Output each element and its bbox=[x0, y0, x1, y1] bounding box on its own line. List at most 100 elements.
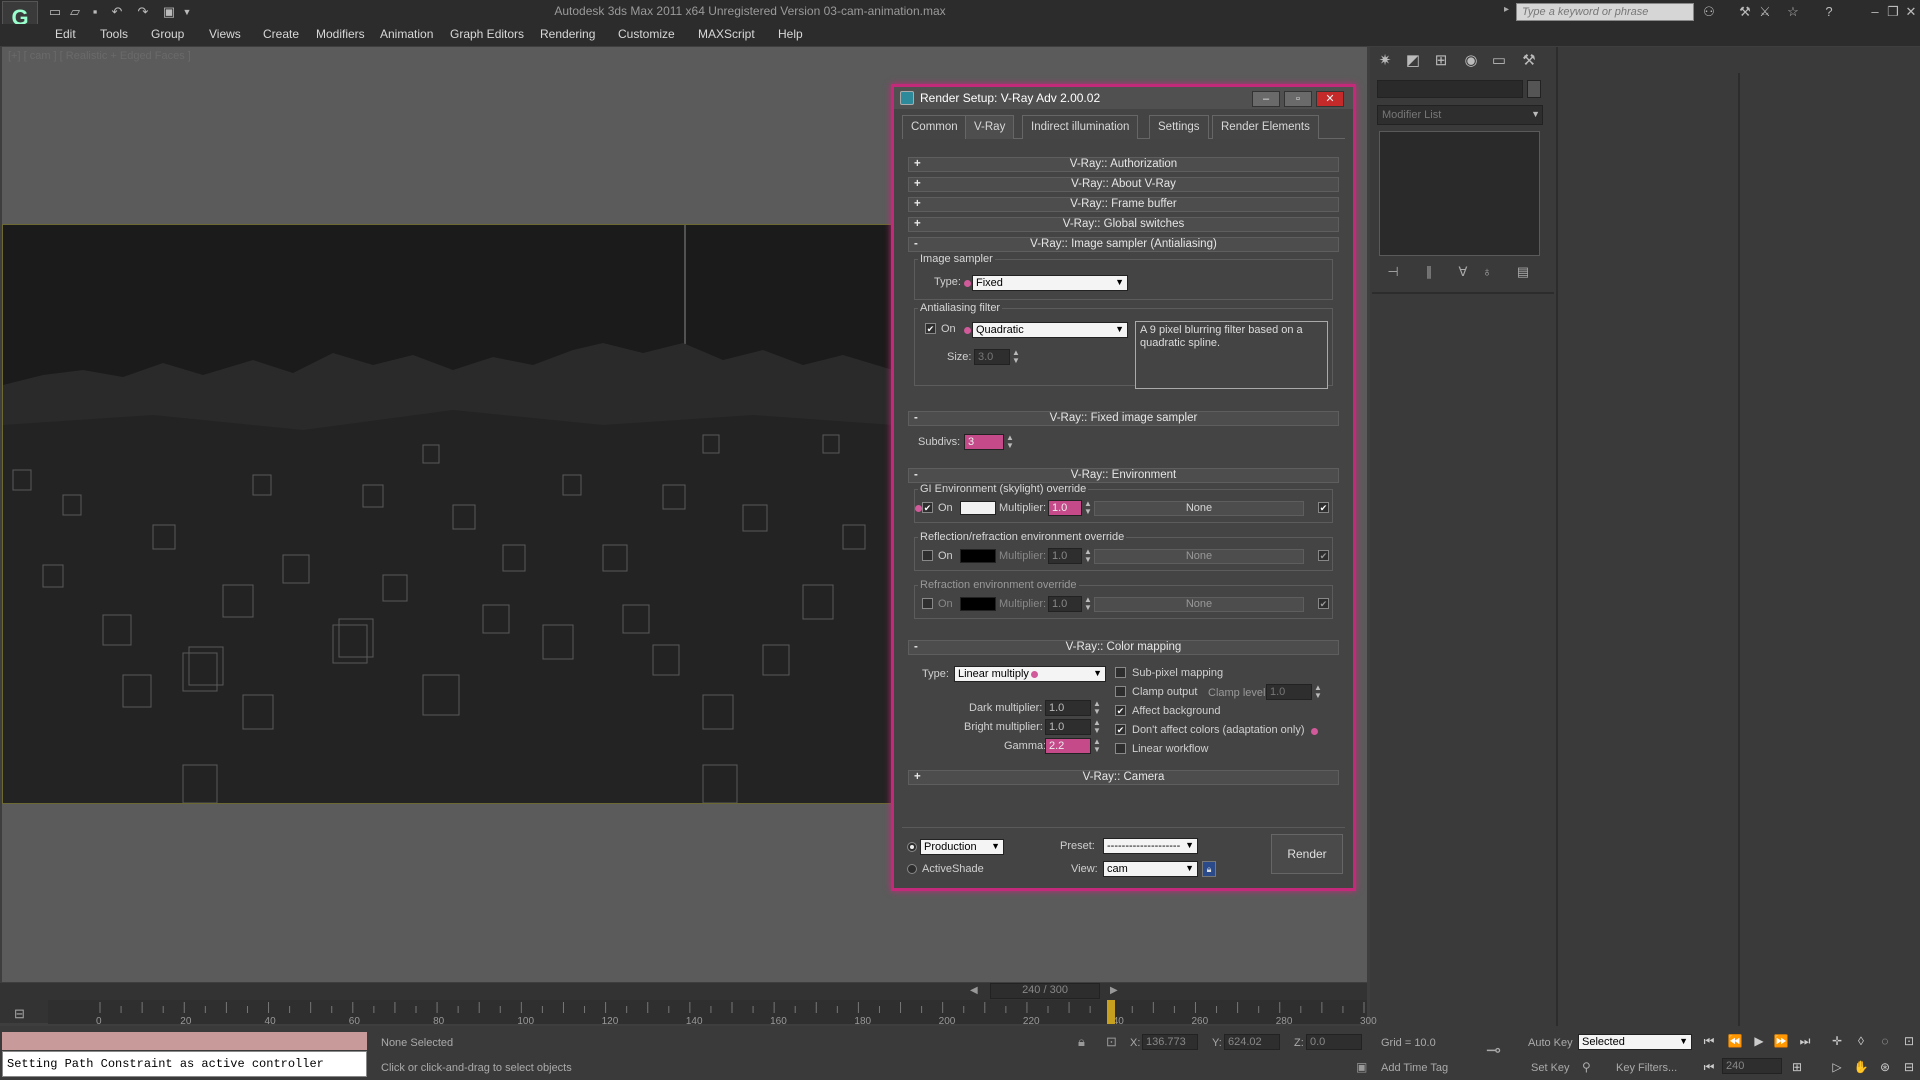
time-tag-icon[interactable]: ▣ bbox=[1356, 1060, 1367, 1074]
go-to-start-icon[interactable]: ⏮ bbox=[1700, 1034, 1718, 1049]
clamp-level-field[interactable]: 1.0 bbox=[1266, 684, 1312, 700]
configure-sets-icon[interactable]: ▤ bbox=[1514, 264, 1532, 282]
zoom-icon[interactable]: ✛ bbox=[1828, 1034, 1846, 1048]
z-coordinate-field[interactable]: 0.0 bbox=[1306, 1034, 1362, 1050]
rollout-color-mapping[interactable]: - V-Ray:: Color mapping bbox=[908, 640, 1339, 655]
spinner-arrows-icon[interactable]: ▲ ▼ bbox=[1084, 500, 1092, 516]
key-icon[interactable]: ⊸ bbox=[1486, 1040, 1501, 1061]
play-icon[interactable]: ▶ bbox=[1750, 1034, 1768, 1048]
y-coordinate-field[interactable]: 624.02 bbox=[1224, 1034, 1280, 1050]
truck-camera-icon[interactable]: ▷ bbox=[1828, 1060, 1846, 1074]
utilities-tab-icon[interactable]: ⚒ bbox=[1518, 50, 1540, 72]
sampler-type-dropdown[interactable]: Fixed ▼ bbox=[972, 275, 1128, 291]
rollout-about[interactable]: + V-Ray:: About V-Ray bbox=[908, 177, 1339, 192]
rollout-authorization[interactable]: + V-Ray:: Authorization bbox=[908, 157, 1339, 172]
close-app-icon[interactable]: ✕ bbox=[1902, 3, 1920, 21]
filter-size-field[interactable]: 3.0 bbox=[974, 349, 1010, 365]
safe-frame-render-region[interactable] bbox=[2, 224, 892, 804]
affect-background-checkbox[interactable]: ✔ bbox=[1115, 705, 1126, 716]
refraction-map-enable-checkbox[interactable]: ✔ bbox=[1318, 598, 1329, 609]
color-mapping-type-dropdown[interactable]: Linear multiply ▼ bbox=[954, 666, 1106, 682]
display-tab-icon[interactable]: ▭ bbox=[1488, 50, 1510, 72]
sub-pixel-mapping-checkbox[interactable] bbox=[1115, 667, 1126, 678]
rollout-camera[interactable]: + V-Ray:: Camera bbox=[908, 770, 1339, 785]
lock-view-icon[interactable]: 🔒︎ bbox=[1202, 861, 1216, 877]
clamp-output-checkbox[interactable] bbox=[1115, 686, 1126, 697]
menu-group[interactable]: Group bbox=[151, 27, 184, 41]
create-tab-icon[interactable]: ✷ bbox=[1374, 50, 1396, 72]
tab-vray[interactable]: V-Ray bbox=[965, 115, 1015, 139]
preset-dropdown[interactable]: -------------------- ▼ bbox=[1103, 838, 1198, 854]
production-mode-dropdown[interactable]: Production ▼ bbox=[920, 839, 1004, 855]
reflection-color-swatch[interactable] bbox=[960, 549, 996, 563]
gi-override-checkbox[interactable]: ✔ bbox=[922, 502, 933, 513]
gi-color-swatch[interactable] bbox=[960, 501, 996, 515]
rollout-image-sampler[interactable]: - V-Ray:: Image sampler (Antialiasing) bbox=[908, 237, 1339, 252]
spinner-arrows-icon[interactable]: ▲ ▼ bbox=[1012, 349, 1020, 365]
menu-edit[interactable]: Edit bbox=[55, 27, 76, 41]
view-dropdown[interactable]: cam ▼ bbox=[1103, 861, 1198, 877]
binoculars-icon[interactable]: ⚇ bbox=[1700, 3, 1718, 21]
activeshade-radio[interactable] bbox=[907, 864, 917, 874]
aa-filter-on-checkbox[interactable]: ✔ bbox=[925, 323, 936, 334]
maxscript-listener-input[interactable] bbox=[2, 1032, 367, 1050]
spinner-arrows-icon[interactable]: ▲ ▼ bbox=[1093, 700, 1101, 716]
menu-tools[interactable]: Tools bbox=[100, 27, 128, 41]
communication-center-icon[interactable]: ⚔ bbox=[1756, 3, 1774, 21]
maximize-toggle-icon[interactable]: ⊟ bbox=[1900, 1060, 1918, 1074]
modifier-stack[interactable] bbox=[1379, 131, 1540, 256]
subscription-icon[interactable]: ⚒ bbox=[1736, 3, 1754, 21]
prev-frame-icon[interactable]: ◀ bbox=[970, 985, 978, 996]
subdivs-field[interactable]: 3 bbox=[964, 434, 1004, 450]
search-input[interactable]: Type a keyword or phrase bbox=[1516, 3, 1694, 21]
set-key-icon[interactable]: ⚲ bbox=[1582, 1060, 1591, 1074]
menu-maxscript[interactable]: MAXScript bbox=[698, 27, 755, 41]
tab-settings[interactable]: Settings bbox=[1149, 115, 1209, 139]
maximize-button[interactable]: ▫ bbox=[1284, 91, 1312, 107]
dark-multiplier-field[interactable]: 1.0 bbox=[1045, 700, 1091, 716]
time-slider[interactable] bbox=[1107, 1000, 1116, 1024]
make-unique-icon[interactable]: ∀ bbox=[1454, 264, 1472, 282]
pan-icon[interactable]: ✋ bbox=[1852, 1060, 1870, 1074]
tab-render-elements[interactable]: Render Elements bbox=[1212, 115, 1319, 139]
menu-create[interactable]: Create bbox=[263, 27, 299, 41]
set-key-button[interactable]: Set Key bbox=[1531, 1062, 1570, 1074]
render-setup-dialog[interactable]: Render Setup: V-Ray Adv 2.00.02 – ▫ ✕ Co… bbox=[891, 84, 1356, 891]
menu-views[interactable]: Views bbox=[209, 27, 241, 41]
dont-affect-colors-checkbox[interactable]: ✔ bbox=[1115, 724, 1126, 735]
frame-counter[interactable]: 240 / 300 bbox=[990, 983, 1100, 999]
current-frame-field[interactable]: 240 bbox=[1722, 1058, 1782, 1074]
rollout-frame-buffer[interactable]: + V-Ray:: Frame buffer bbox=[908, 197, 1339, 212]
next-frame-icon[interactable]: ⏩ bbox=[1772, 1034, 1790, 1048]
aa-filter-dropdown[interactable]: Quadratic ▼ bbox=[972, 322, 1128, 338]
key-mode-toggle-icon[interactable]: ⏮ bbox=[1700, 1060, 1718, 1075]
close-button[interactable]: ✕ bbox=[1316, 91, 1344, 107]
rollout-global-switches[interactable]: + V-Ray:: Global switches bbox=[908, 217, 1339, 232]
menu-customize[interactable]: Customize bbox=[618, 27, 675, 41]
spinner-arrows-icon[interactable]: ▲ ▼ bbox=[1006, 434, 1014, 450]
refraction-color-swatch[interactable] bbox=[960, 597, 996, 611]
motion-tab-icon[interactable]: ◉ bbox=[1460, 50, 1482, 72]
orbit-icon[interactable]: ⊛ bbox=[1876, 1060, 1894, 1074]
go-to-end-icon[interactable]: ⏭ bbox=[1796, 1034, 1814, 1049]
menu-help[interactable]: Help bbox=[778, 27, 803, 41]
menu-animation[interactable]: Animation bbox=[380, 27, 433, 41]
modify-tab-icon[interactable]: ◩ bbox=[1402, 50, 1424, 72]
previous-frame-icon[interactable]: ⏪ bbox=[1726, 1034, 1744, 1048]
tab-common[interactable]: Common bbox=[902, 115, 967, 139]
gamma-field[interactable]: 2.2 bbox=[1045, 738, 1091, 754]
render-button[interactable]: Render bbox=[1271, 834, 1343, 874]
hierarchy-tab-icon[interactable]: ⊞ bbox=[1430, 50, 1452, 72]
menu-graph-editors[interactable]: Graph Editors bbox=[450, 27, 524, 41]
rollout-environment[interactable]: - V-Ray:: Environment bbox=[908, 468, 1339, 483]
search-expand-icon[interactable]: ▸ bbox=[1504, 4, 1509, 15]
gi-multiplier-field[interactable]: 1.0 bbox=[1048, 500, 1082, 516]
menu-rendering[interactable]: Rendering bbox=[540, 27, 595, 41]
time-configuration-icon[interactable]: ⊞ bbox=[1788, 1060, 1806, 1074]
rollout-fixed-sampler[interactable]: - V-Ray:: Fixed image sampler bbox=[908, 411, 1339, 426]
gi-map-button[interactable]: None bbox=[1094, 501, 1304, 516]
key-filters-button[interactable]: Key Filters... bbox=[1616, 1062, 1677, 1074]
reflection-multiplier-field[interactable]: 1.0 bbox=[1048, 548, 1082, 564]
spinner-arrows-icon[interactable]: ▲ ▼ bbox=[1084, 548, 1092, 564]
spinner-arrows-icon[interactable]: ▲ ▼ bbox=[1084, 596, 1092, 612]
